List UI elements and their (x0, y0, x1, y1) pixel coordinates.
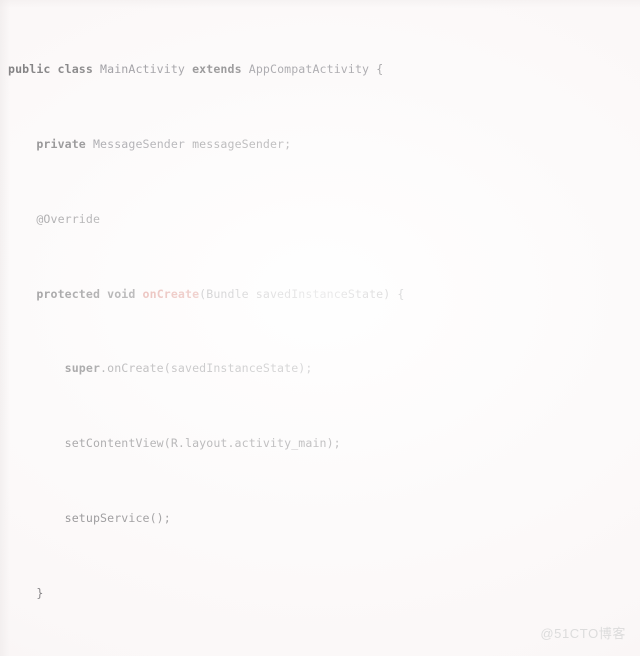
code-line: setContentView(R.layout.activity_main); (8, 436, 341, 451)
code-line: protected void onCreate(Bundle savedInst… (36, 286, 405, 301)
code-block: public class MainActivity extends AppCom… (0, 0, 640, 656)
code-line: } (8, 585, 44, 600)
code-screenshot: public class MainActivity extends AppCom… (0, 0, 640, 656)
code-line: public class MainActivity extends AppCom… (8, 62, 384, 77)
code-line: setupService(); (8, 510, 171, 525)
code-line: @Override (36, 211, 101, 226)
code-line: super.onCreate(savedInstanceState); (64, 361, 313, 376)
code-line: private MessageSender messageSender; (36, 136, 292, 151)
